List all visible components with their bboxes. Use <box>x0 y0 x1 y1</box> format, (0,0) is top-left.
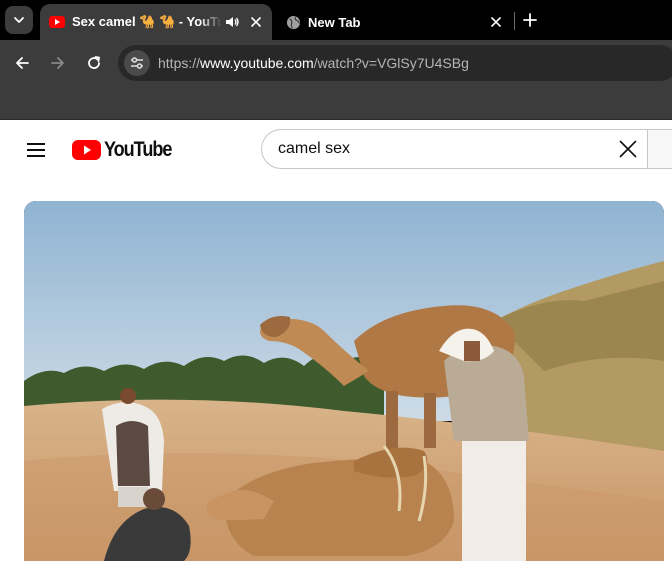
browser-toolbar: https://www.youtube.com/watch?v=VGlSy7U4… <box>0 40 672 86</box>
tab-separator <box>514 12 515 30</box>
tab-title: Sex camel 🐪 🐪 - YouTube <box>72 14 222 29</box>
arrow-left-icon <box>16 57 29 69</box>
url-path: /watch?v=VGlSy7U4SBg <box>313 55 469 71</box>
menu-icon[interactable] <box>24 138 48 162</box>
youtube-play-icon <box>72 140 101 160</box>
search-button[interactable] <box>647 129 672 169</box>
arrow-right-icon <box>51 57 64 69</box>
tune-icon <box>131 57 143 69</box>
search-input[interactable] <box>278 130 598 168</box>
tab-search-button[interactable] <box>5 6 33 34</box>
new-tab-button[interactable] <box>518 8 542 32</box>
clear-search-icon[interactable] <box>617 138 639 160</box>
bookmarks-bar <box>0 86 672 120</box>
forward-button[interactable] <box>46 51 70 75</box>
chevron-down-icon <box>14 17 24 23</box>
reload-button[interactable] <box>82 51 106 75</box>
close-tab-icon[interactable] <box>248 14 264 30</box>
tab-strip: Sex camel 🐪 🐪 - YouTube New Tab <box>0 0 672 40</box>
youtube-wordmark: YouTube <box>104 138 172 161</box>
url-text: https://www.youtube.com/watch?v=VGlSy7U4… <box>158 55 469 71</box>
url-scheme: https:// <box>158 55 201 71</box>
address-bar[interactable]: https://www.youtube.com/watch?v=VGlSy7U4… <box>118 45 672 81</box>
youtube-favicon-icon <box>49 14 65 30</box>
search-box <box>261 129 647 169</box>
back-button[interactable] <box>10 51 34 75</box>
tab-title: New Tab <box>308 14 361 30</box>
url-host: www.youtube.com <box>200 55 314 71</box>
plus-icon <box>523 13 537 27</box>
speaker-icon[interactable] <box>224 14 240 30</box>
tab-new-tab[interactable]: New Tab <box>276 4 512 40</box>
video-player[interactable] <box>24 201 664 561</box>
video-frame <box>24 201 664 561</box>
site-info-button[interactable] <box>124 50 150 76</box>
tab-youtube[interactable]: Sex camel 🐪 🐪 - YouTube <box>40 4 272 40</box>
globe-icon <box>285 14 301 30</box>
youtube-page: YouTube <box>0 120 672 561</box>
reload-icon <box>88 56 100 69</box>
close-tab-icon[interactable] <box>488 14 504 30</box>
youtube-logo[interactable]: YouTube <box>72 137 182 163</box>
